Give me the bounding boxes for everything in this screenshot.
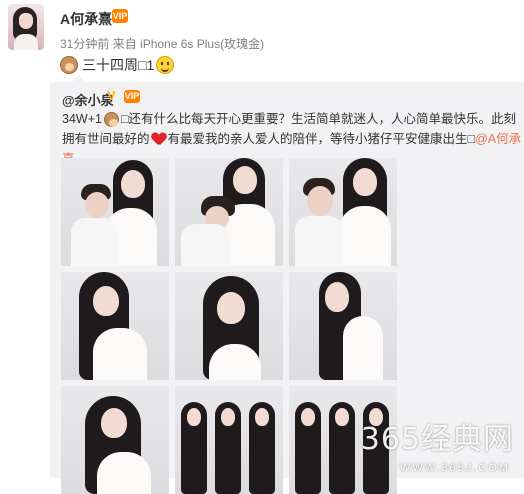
woman-face bbox=[101, 408, 127, 438]
photo-grid bbox=[61, 158, 397, 494]
photo-4[interactable] bbox=[61, 272, 169, 380]
woman-face bbox=[93, 286, 119, 316]
weibo-post: A何承熹 VIP 31分钟前 来自 iPhone 6s Plus(玫瑰金) 三十… bbox=[0, 0, 524, 494]
man-shirt bbox=[295, 216, 343, 266]
watermark-url: WWW.365J.COM bbox=[399, 462, 510, 474]
monkey-icon bbox=[103, 112, 119, 128]
avatar-face bbox=[19, 13, 33, 29]
woman-face bbox=[121, 170, 145, 198]
post-text: 三十四周□1 bbox=[60, 55, 175, 75]
repost-vip-badge-icon[interactable]: VIP bbox=[124, 90, 140, 103]
repost-text-part1: 34W+1 bbox=[62, 112, 102, 126]
repost-caret bbox=[72, 75, 86, 82]
repost-author-name[interactable]: @余小泉 bbox=[62, 90, 114, 109]
repost-text-part3: 有最爱我的亲人爱人的陪伴，等待小猪仔平安健康出生□ bbox=[167, 132, 476, 146]
man-face bbox=[307, 186, 333, 216]
woman-face bbox=[221, 408, 235, 426]
vip-badge-icon[interactable]: VIP bbox=[112, 9, 128, 23]
monkey-icon bbox=[60, 56, 78, 74]
woman-face bbox=[325, 282, 349, 312]
woman-dress bbox=[209, 344, 261, 380]
photo-3[interactable] bbox=[289, 158, 397, 266]
photo-6[interactable] bbox=[289, 272, 397, 380]
avatar-body bbox=[14, 34, 38, 50]
woman-face bbox=[255, 408, 269, 426]
woman-dress bbox=[339, 206, 391, 266]
woman-face bbox=[187, 408, 201, 426]
photo-2[interactable] bbox=[175, 158, 283, 266]
author-name[interactable]: A何承熹 bbox=[60, 9, 112, 29]
woman-face bbox=[217, 292, 245, 324]
smile-icon bbox=[156, 56, 175, 74]
man-shirt bbox=[181, 224, 229, 266]
post-source[interactable]: 来自 iPhone 6s Plus(玫瑰金) bbox=[113, 37, 264, 51]
woman-face bbox=[301, 408, 315, 426]
woman-dress bbox=[93, 328, 147, 380]
post-meta: 31分钟前 来自 iPhone 6s Plus(玫瑰金) bbox=[60, 35, 264, 52]
verified-icon: V bbox=[107, 88, 116, 103]
woman-face bbox=[335, 408, 349, 426]
photo-1[interactable] bbox=[61, 158, 169, 266]
man-face bbox=[85, 192, 109, 218]
man-shirt bbox=[71, 218, 117, 266]
woman-face bbox=[353, 168, 377, 196]
author-avatar[interactable] bbox=[8, 4, 44, 50]
woman-dress bbox=[97, 452, 151, 494]
post-text-content: 三十四周□1 bbox=[82, 57, 155, 73]
heart-icon bbox=[152, 133, 166, 146]
photo-5[interactable] bbox=[175, 272, 283, 380]
woman-face bbox=[233, 166, 257, 194]
woman-dress bbox=[343, 316, 383, 380]
post-time[interactable]: 31分钟前 bbox=[60, 37, 109, 51]
watermark-brand: 365经典网 bbox=[360, 422, 514, 457]
